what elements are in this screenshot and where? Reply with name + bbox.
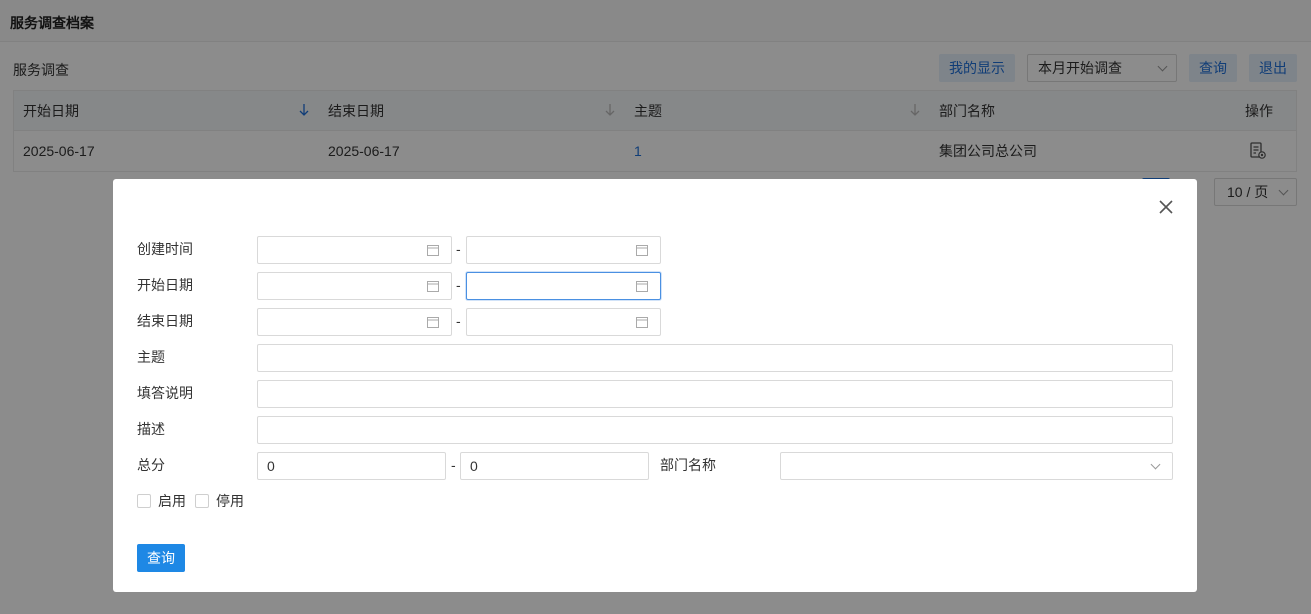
calendar-icon: [427, 281, 439, 292]
close-icon[interactable]: [1157, 198, 1175, 216]
end-date-to-input[interactable]: [466, 308, 661, 336]
calendar-icon: [636, 245, 648, 256]
disable-checkbox-label[interactable]: 停用: [216, 490, 244, 512]
description-input[interactable]: [257, 416, 1173, 444]
range-separator: -: [451, 457, 456, 473]
description-label: 描述: [137, 421, 165, 437]
created-time-label: 创建时间: [137, 241, 193, 257]
dept-name-select[interactable]: [780, 452, 1173, 480]
subject-label: 主题: [137, 349, 165, 365]
subject-input[interactable]: [257, 344, 1173, 372]
end-date-from-input[interactable]: [257, 308, 452, 336]
modal-query-button[interactable]: 查询: [137, 544, 185, 572]
start-date-label: 开始日期: [137, 277, 193, 293]
disable-checkbox[interactable]: [195, 494, 209, 508]
total-score-to-input[interactable]: 0: [460, 452, 649, 480]
total-score-label: 总分: [137, 457, 165, 473]
created-time-from-input[interactable]: [257, 236, 452, 264]
fill-note-input[interactable]: [257, 380, 1173, 408]
created-time-to-input[interactable]: [466, 236, 661, 264]
range-separator: -: [456, 241, 461, 257]
range-separator: -: [456, 313, 461, 329]
calendar-icon: [636, 317, 648, 328]
calendar-icon: [427, 317, 439, 328]
search-modal: 创建时间 - 开始日期 - 结束日期 - 主题 填答说明 描述 总分 0 - 0…: [113, 179, 1197, 592]
total-score-from-input[interactable]: 0: [257, 452, 446, 480]
calendar-icon: [636, 281, 648, 292]
start-date-from-input[interactable]: [257, 272, 452, 300]
end-date-label: 结束日期: [137, 313, 193, 329]
range-separator: -: [456, 277, 461, 293]
chevron-down-icon: [1150, 459, 1161, 470]
enable-checkbox-label[interactable]: 启用: [158, 490, 186, 512]
calendar-icon: [427, 245, 439, 256]
dept-name-label: 部门名称: [660, 457, 716, 473]
fill-note-label: 填答说明: [137, 385, 193, 401]
enable-checkbox[interactable]: [137, 494, 151, 508]
start-date-to-input[interactable]: [466, 272, 661, 300]
